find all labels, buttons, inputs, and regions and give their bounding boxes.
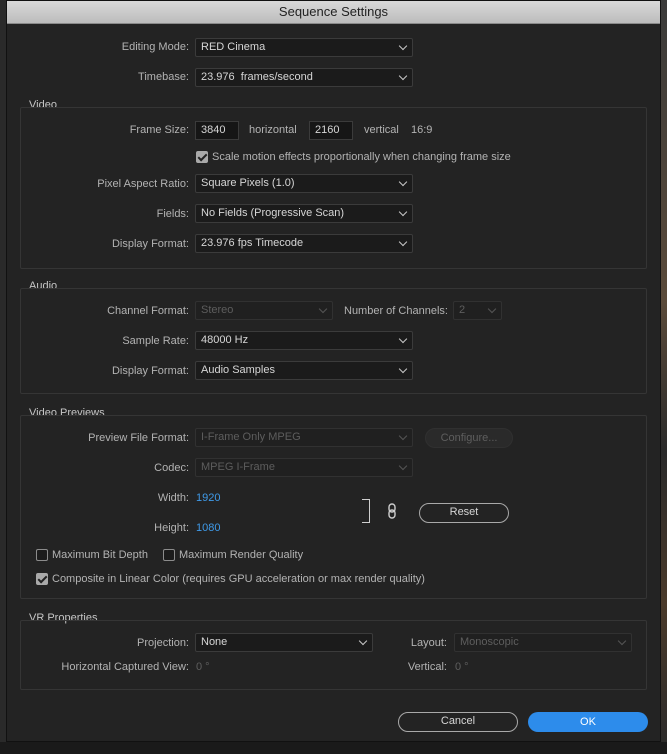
layout-label: Layout: (410, 637, 447, 649)
vertical-view-value[interactable]: 0 ° (455, 661, 469, 673)
projection-label: Projection: (137, 637, 189, 649)
layout-dropdown[interactable]: Monoscopic (454, 633, 632, 652)
fields-label: Fields: (156, 208, 189, 220)
editing-mode-dropdown[interactable]: RED Cinema (195, 38, 413, 57)
preview-height-label: Height: (154, 522, 189, 534)
max-bit-depth-label: Maximum Bit Depth (52, 549, 148, 561)
horizontal-label: horizontal (249, 124, 297, 136)
channel-format-dropdown[interactable]: Stereo (195, 301, 333, 320)
link-chain-icon[interactable] (387, 503, 397, 522)
audio-display-format-label: Display Format: (111, 365, 189, 377)
background-app-right (661, 0, 667, 754)
vr-group (20, 620, 647, 690)
chevron-down-icon (617, 636, 627, 646)
preview-file-format-value: I-Frame Only MPEG (201, 431, 301, 443)
timebase-dropdown[interactable]: 23.976 frames/second (195, 68, 413, 87)
chevron-down-icon (358, 636, 368, 646)
frame-size-label: Frame Size: (129, 124, 189, 136)
reset-button[interactable]: Reset (419, 503, 509, 523)
aspect-ratio-text: 16:9 (411, 124, 433, 136)
max-bit-depth-checkbox[interactable] (36, 549, 48, 561)
chevron-down-icon (398, 364, 408, 374)
chevron-down-icon (398, 237, 408, 247)
editing-mode-value: RED Cinema (201, 41, 266, 53)
timebase-label: Timebase: (138, 71, 189, 83)
ok-button[interactable]: OK (528, 712, 648, 732)
codec-dropdown[interactable]: MPEG I-Frame (195, 458, 413, 477)
chevron-down-icon (398, 177, 408, 187)
max-render-quality-checkbox[interactable] (163, 549, 175, 561)
timebase-value: 23.976 frames/second (201, 71, 313, 83)
audio-display-format-dropdown[interactable]: Audio Samples (195, 361, 413, 380)
chevron-down-icon (398, 207, 408, 217)
cancel-button[interactable]: Cancel (398, 712, 518, 732)
sample-rate-label: Sample Rate: (122, 335, 189, 347)
link-bracket (362, 499, 370, 523)
num-channels-label: Number of Channels: (344, 305, 448, 317)
frame-height-input[interactable]: 2160 (309, 121, 353, 140)
chevron-down-icon (398, 41, 408, 51)
preview-file-format-dropdown[interactable]: I-Frame Only MPEG (195, 428, 413, 447)
chevron-down-icon (398, 431, 408, 441)
video-display-format-dropdown[interactable]: 23.976 fps Timecode (195, 234, 413, 253)
sample-rate-dropdown[interactable]: 48000 Hz (195, 331, 413, 350)
window-title: Sequence Settings (7, 1, 660, 24)
preview-width-value[interactable]: 1920 (196, 492, 220, 504)
codec-label: Codec: (154, 462, 189, 474)
chevron-down-icon (318, 304, 328, 314)
chevron-down-icon (398, 334, 408, 344)
chevron-down-icon (487, 304, 497, 314)
preview-height-value[interactable]: 1080 (196, 522, 220, 534)
fields-value: No Fields (Progressive Scan) (201, 207, 345, 219)
sample-rate-value: 48000 Hz (201, 334, 249, 346)
max-render-quality-label: Maximum Render Quality (179, 549, 304, 561)
audio-display-format-value: Audio Samples (201, 364, 275, 376)
scale-motion-checkbox[interactable] (196, 151, 208, 163)
pixel-aspect-dropdown[interactable]: Square Pixels (1.0) (195, 174, 413, 193)
preview-file-format-label: Preview File Format: (88, 432, 189, 444)
chevron-down-icon (398, 71, 408, 81)
composite-linear-label: Composite in Linear Color (requires GPU … (52, 573, 425, 585)
pixel-aspect-value: Square Pixels (1.0) (201, 177, 295, 189)
num-channels-dropdown[interactable]: 2 (453, 301, 502, 320)
codec-value: MPEG I-Frame (201, 461, 275, 473)
configure-button[interactable]: Configure... (425, 428, 513, 448)
editing-mode-label: Editing Mode: (121, 41, 189, 53)
projection-dropdown[interactable]: None (195, 633, 373, 652)
scale-motion-label: Scale motion effects proportionally when… (212, 151, 511, 163)
video-display-format-label: Display Format: (111, 238, 189, 250)
pixel-aspect-label: Pixel Aspect Ratio: (97, 178, 189, 190)
composite-linear-checkbox[interactable] (36, 573, 48, 585)
channel-format-value: Stereo (201, 304, 234, 316)
vertical-view-label: Vertical: (407, 661, 447, 673)
layout-value: Monoscopic (460, 636, 519, 648)
video-display-format-value: 23.976 fps Timecode (201, 237, 304, 249)
background-app-bottom (0, 742, 667, 754)
num-channels-value: 2 (459, 304, 466, 316)
vertical-label: vertical (364, 124, 399, 136)
horizontal-captured-view-label: Horizontal Captured View: (61, 661, 189, 673)
projection-value: None (201, 636, 228, 648)
horizontal-captured-view-value[interactable]: 0 ° (196, 661, 210, 673)
fields-dropdown[interactable]: No Fields (Progressive Scan) (195, 204, 413, 223)
preview-width-label: Width: (157, 492, 189, 504)
frame-width-input[interactable]: 3840 (195, 121, 239, 140)
sequence-settings-dialog: Sequence Settings Editing Mode: RED Cine… (6, 0, 661, 742)
chevron-down-icon (398, 461, 408, 471)
channel-format-label: Channel Format: (107, 305, 189, 317)
